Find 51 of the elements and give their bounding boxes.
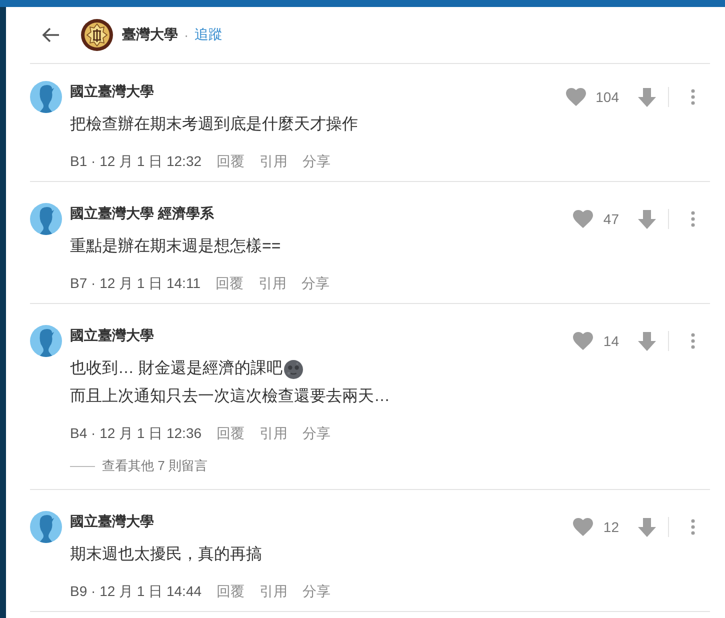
comment-meta: B9 · 12 月 1 日 14:44 xyxy=(70,582,202,601)
more-options-icon[interactable] xyxy=(691,519,695,535)
comment-text: 期末週也太擾民，真的再搞 xyxy=(70,544,262,565)
down-arrow-icon[interactable] xyxy=(638,88,656,106)
more-options-icon[interactable] xyxy=(691,211,695,227)
author-name: 國立臺灣大學 xyxy=(70,82,154,101)
heart-icon[interactable] xyxy=(573,332,594,350)
reply-link[interactable]: 回覆 xyxy=(215,273,244,293)
down-arrow-icon[interactable] xyxy=(638,518,656,536)
quote-link[interactable]: 引用 xyxy=(260,581,288,601)
author-name: 國立臺灣大學 經濟學系 xyxy=(70,204,214,223)
title-separator: · xyxy=(184,27,189,43)
comment-text: 重點是辦在期末週是想怎樣== xyxy=(70,236,281,257)
heart-icon[interactable] xyxy=(566,88,586,106)
user-avatar-icon xyxy=(30,325,62,357)
follow-link[interactable]: 追蹤 xyxy=(194,26,223,44)
heart-icon[interactable] xyxy=(573,210,594,228)
author-name: 國立臺灣大學 xyxy=(70,326,154,345)
user-avatar-icon xyxy=(30,81,62,113)
quote-link[interactable]: 引用 xyxy=(258,273,286,293)
down-arrow-icon[interactable] xyxy=(638,332,656,350)
share-link[interactable]: 分享 xyxy=(302,581,331,601)
emblem-icon xyxy=(81,19,113,51)
quote-link[interactable]: 引用 xyxy=(260,151,288,171)
reply-link[interactable]: 回覆 xyxy=(216,151,245,171)
like-count: 14 xyxy=(603,333,619,349)
comment-text: 把檢查辦在期末考週到底是什麼天才操作 xyxy=(70,114,358,135)
user-avatar-icon xyxy=(30,511,62,543)
user-avatar-icon xyxy=(30,203,62,235)
share-link[interactable]: 分享 xyxy=(302,151,331,171)
comment-text: 也收到… 財金還是經濟的課吧 xyxy=(70,358,282,379)
author-name: 國立臺灣大學 xyxy=(70,512,154,531)
more-options-icon[interactable] xyxy=(691,89,695,105)
comment-text: 而且上次通知只去一次這次檢查還要去兩天… xyxy=(70,386,390,407)
like-count: 12 xyxy=(603,519,619,535)
down-arrow-icon[interactable] xyxy=(638,210,656,228)
reply-link[interactable]: 回覆 xyxy=(216,423,245,443)
page-title: 臺灣大學 xyxy=(122,26,178,44)
comment-meta: B7 · 12 月 1 日 14:11 xyxy=(70,274,200,293)
like-count: 47 xyxy=(603,211,619,227)
more-replies-link[interactable]: 查看其他 7 則留言 xyxy=(70,456,208,476)
more-options-icon[interactable] xyxy=(691,333,695,349)
heart-icon[interactable] xyxy=(573,518,594,536)
quote-link[interactable]: 引用 xyxy=(260,423,288,443)
like-count: 104 xyxy=(596,89,619,105)
share-link[interactable]: 分享 xyxy=(302,423,331,443)
reply-link[interactable]: 回覆 xyxy=(216,581,245,601)
share-link[interactable]: 分享 xyxy=(301,273,330,293)
comment-meta: B1 · 12 月 1 日 12:32 xyxy=(70,152,202,171)
comment-meta: B4 · 12 月 1 日 12:36 xyxy=(70,424,202,443)
back-arrow-icon[interactable] xyxy=(42,27,60,43)
